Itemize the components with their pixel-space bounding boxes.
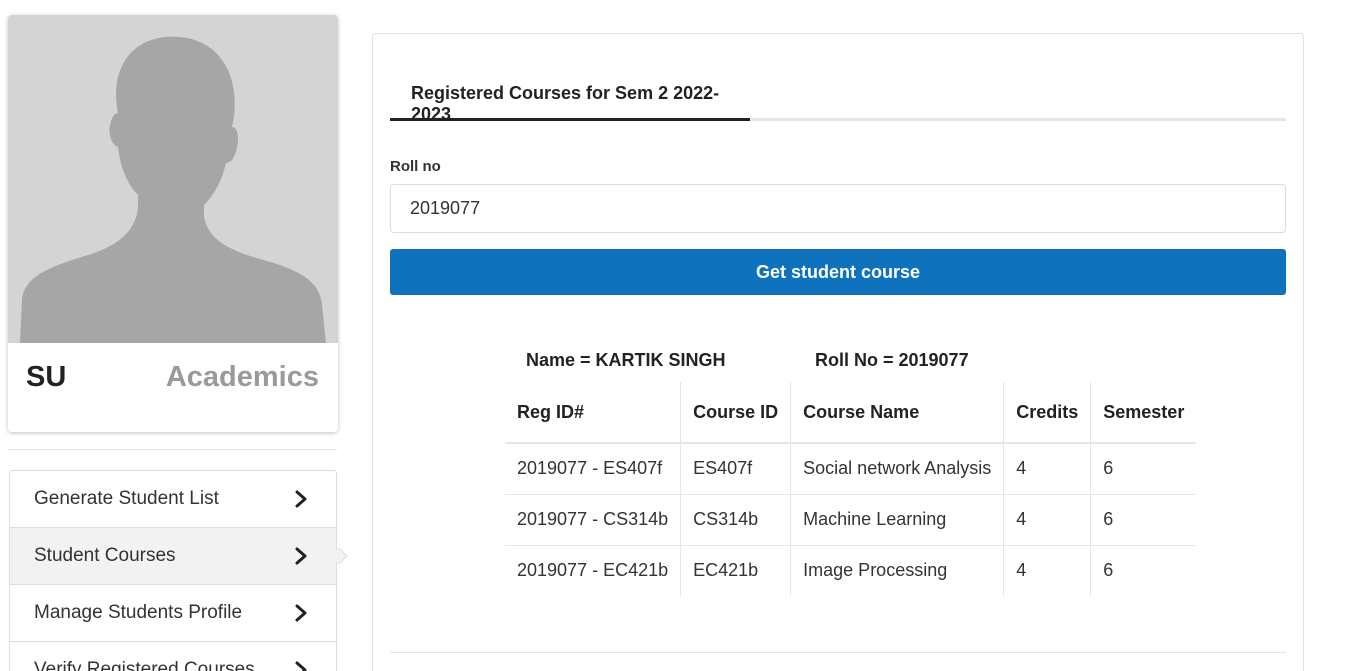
chevron-right-icon: [295, 547, 307, 565]
table-cell: Machine Learning: [790, 493, 1004, 545]
table-cell: 6: [1090, 544, 1197, 596]
sidebar-item-label: Student Courses: [34, 545, 176, 566]
chevron-right-icon: [295, 490, 307, 508]
section-divider: [390, 652, 1286, 653]
roll-no-input[interactable]: [390, 184, 1286, 233]
table-cell: EC421b: [680, 544, 791, 596]
table-cell: ES407f: [680, 443, 791, 494]
sidebar-item-generate-student-list[interactable]: Generate Student List: [10, 471, 336, 528]
column-header: Credits: [1003, 382, 1091, 444]
table-row: 2019077 - CS314b CS314b Machine Learning…: [505, 493, 1197, 545]
table-cell: Social network Analysis: [790, 443, 1004, 494]
main-panel: Registered Courses for Sem 2 2022-2023 R…: [372, 33, 1304, 671]
person-silhouette-icon: [20, 36, 326, 343]
courses-table: Reg ID# Course ID Course Name Credits Se…: [505, 382, 1197, 596]
table-cell: 6: [1090, 493, 1197, 545]
sidebar-item-label: Generate Student List: [34, 488, 219, 509]
table-cell: 2019077 - EC421b: [505, 544, 681, 596]
column-header: Course ID: [680, 382, 791, 444]
roll-no-label: Roll no: [390, 158, 441, 175]
avatar: [8, 15, 338, 343]
profile-name: SU: [26, 361, 67, 393]
table-row: 2019077 - EC421b EC421b Image Processing…: [505, 544, 1197, 596]
student-roll-no: Roll No = 2019077: [815, 350, 969, 370]
table-cell: 4: [1003, 544, 1091, 596]
sidebar-item-verify-registered-courses[interactable]: Verify Registered Courses: [10, 642, 336, 671]
active-pointer: [330, 547, 348, 565]
column-header: Semester: [1090, 382, 1197, 444]
table-cell: 4: [1003, 493, 1091, 545]
chevron-right-icon: [295, 661, 307, 671]
table-row: 2019077 - ES407f ES407f Social network A…: [505, 443, 1197, 494]
chevron-right-icon: [295, 604, 307, 622]
sidebar-divider: [8, 449, 337, 450]
profile-footer: SU Academics: [8, 343, 338, 432]
profile-role: Academics: [165, 361, 319, 393]
table-cell: Image Processing: [790, 544, 1004, 596]
table-cell: 2019077 - ES407f: [517, 458, 663, 479]
sidebar-item-manage-students-profile[interactable]: Manage Students Profile: [10, 585, 336, 642]
tab-registered-courses[interactable]: Registered Courses for Sem 2 2022-2023: [390, 71, 750, 124]
table-header-row: Reg ID# Course ID Course Name Credits Se…: [505, 382, 1197, 444]
page: SU Academics Generate Student List Stude…: [0, 0, 1367, 671]
sidebar-item-label: Verify Registered Courses: [34, 659, 255, 671]
get-student-course-button[interactable]: Get student course: [390, 249, 1286, 295]
column-header: Course Name: [790, 382, 1004, 444]
profile-card: SU Academics: [8, 15, 338, 432]
sidebar-item-student-courses[interactable]: Student Courses: [10, 528, 348, 585]
table-cell: 4: [1003, 443, 1091, 494]
table-cell: 2019077 - CS314b: [505, 493, 681, 545]
student-name: Name = KARTIK SINGH: [526, 350, 726, 370]
sidebar-menu: Generate Student List Student Courses Ma…: [9, 470, 348, 671]
table-cell: CS314b: [680, 493, 791, 545]
sidebar-item-label: Manage Students Profile: [34, 602, 243, 623]
tab-bar: Registered Courses for Sem 2 2022-2023: [390, 71, 1286, 124]
table-cell: 6: [1090, 443, 1197, 494]
column-header: Reg ID#: [505, 382, 681, 444]
